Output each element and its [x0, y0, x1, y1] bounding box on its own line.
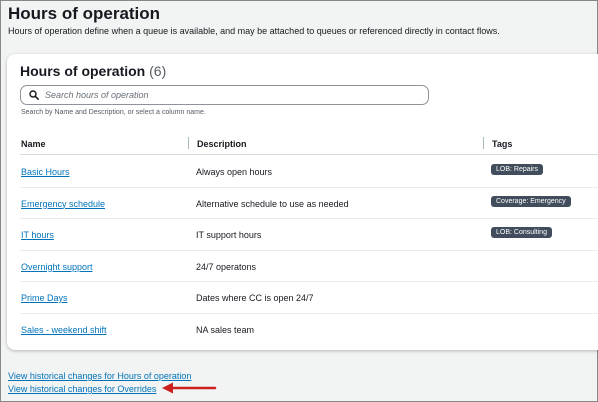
column-divider[interactable]: [483, 137, 484, 149]
table-row: Emergency schedule Alternative schedule …: [20, 188, 598, 219]
search-field[interactable]: [20, 85, 429, 105]
column-divider[interactable]: [188, 137, 189, 149]
row-description: IT support hours: [196, 230, 262, 240]
card-title-text: Hours of operation: [20, 63, 146, 79]
column-header-name[interactable]: Name: [21, 139, 46, 149]
page-description: Hours of operation define when a queue i…: [8, 26, 500, 36]
column-header-tags[interactable]: Tags: [492, 139, 512, 149]
tag-badge: LOB: Repairs: [491, 164, 544, 175]
row-name-link[interactable]: Overnight support: [21, 262, 93, 272]
row-description: Dates where CC is open 24/7: [196, 293, 314, 303]
table-row: Overnight support 24/7 operatons: [20, 251, 598, 282]
row-name-link[interactable]: Basic Hours: [21, 167, 70, 177]
row-description: Always open hours: [196, 167, 273, 177]
table-header: Name Description Tags: [20, 130, 598, 155]
row-description: 24/7 operatons: [196, 261, 257, 272]
history-hours-link[interactable]: View historical changes for Hours of ope…: [8, 371, 191, 381]
tag-badge: Coverage: Emergency: [491, 195, 571, 207]
search-icon: [29, 90, 39, 100]
search-hint: Search by Name and Description, or selec…: [21, 109, 206, 116]
column-header-description[interactable]: Description: [197, 139, 247, 149]
row-name-link[interactable]: Prime Days: [21, 293, 68, 303]
table-row: Basic Hours Always open hours LOB: Repai…: [20, 156, 598, 188]
row-description: NA sales team: [196, 324, 255, 335]
page-title: Hours of operation: [8, 4, 161, 23]
history-overrides-link[interactable]: View historical changes for Overrides: [8, 384, 156, 394]
row-name-link[interactable]: Emergency schedule: [21, 199, 105, 209]
table-row: Sales - weekend shift NA sales team: [20, 314, 598, 346]
card-title-count: (6): [149, 63, 167, 79]
table-row: IT hours IT support hours LOB: Consultin…: [20, 219, 598, 251]
table-row: Prime Days Dates where CC is open 24/7: [20, 282, 598, 314]
red-arrow-icon: [162, 382, 217, 394]
tag-badge: LOB: Consulting: [491, 227, 552, 238]
row-name-link[interactable]: Sales - weekend shift: [21, 325, 107, 335]
card-title: Hours of operation (6): [20, 63, 166, 79]
row-description: Alternative schedule to use as needed: [196, 198, 349, 209]
hours-of-operation-card: Hours of operation (6) Search by Name an…: [7, 54, 598, 350]
row-name-link[interactable]: IT hours: [21, 230, 54, 240]
search-input[interactable]: [45, 90, 415, 100]
